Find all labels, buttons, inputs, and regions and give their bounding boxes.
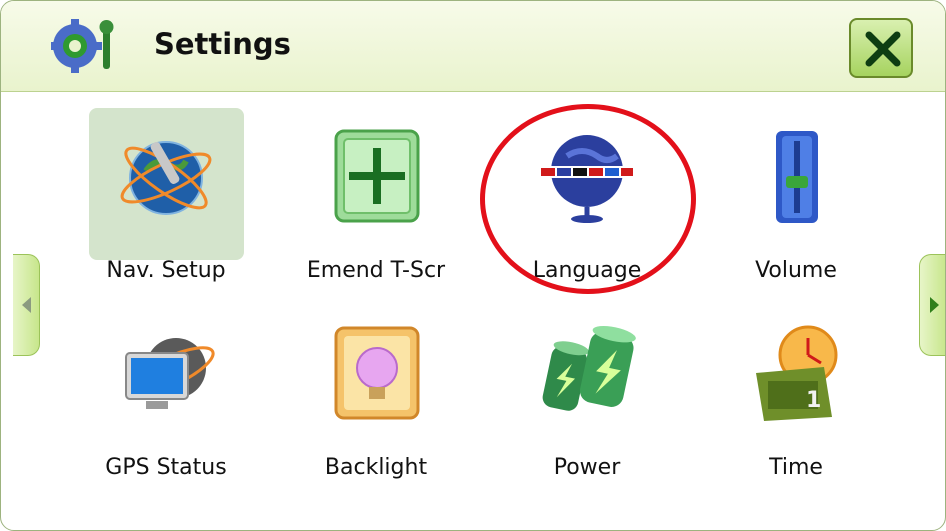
menu-item-label: Nav. Setup [106, 258, 226, 283]
close-button[interactable] [849, 18, 913, 78]
menu-item-label: Power [553, 455, 621, 480]
menu-item-nav-setup[interactable]: Nav. Setup [66, 116, 266, 296]
highlight-circle [480, 104, 696, 294]
menu-item-power[interactable]: Power [487, 313, 687, 493]
volume-slider-icon [776, 131, 818, 223]
globe-wrench-icon [120, 141, 212, 215]
menu-item-label: Backlight [324, 455, 428, 480]
gps-monitor-icon [125, 338, 215, 409]
settings-window: Settings Nav. Setup Emend T-Scr Language… [0, 0, 946, 531]
svg-text:1: 1 [806, 388, 821, 413]
menu-item-gps-status[interactable]: GPS Status [66, 313, 266, 493]
settings-gear-icon [51, 19, 114, 73]
previous-page-button[interactable] [13, 254, 40, 356]
menu-item-label: Time [769, 455, 823, 480]
menu-item-time[interactable]: 1 Time [696, 313, 896, 493]
lightbulb-icon [334, 326, 420, 420]
clock-calendar-icon: 1 [756, 325, 838, 421]
menu-item-volume[interactable]: Volume [696, 116, 896, 296]
menu-item-label: Emend T-Scr [306, 258, 446, 283]
menu-item-backlight[interactable]: Backlight [276, 313, 476, 493]
arrow-left-icon [22, 297, 31, 313]
title-bar: Settings [1, 1, 945, 92]
close-icon [865, 31, 901, 67]
crosshair-icon [334, 129, 420, 223]
menu-item-label: GPS Status [105, 455, 227, 480]
menu-item-label: Volume [755, 258, 837, 283]
battery-icon [542, 325, 636, 411]
menu-item-emend-t-scr[interactable]: Emend T-Scr [276, 116, 476, 296]
arrow-right-icon [930, 297, 939, 313]
next-page-button[interactable] [919, 254, 945, 356]
page-title: Settings [154, 27, 291, 61]
